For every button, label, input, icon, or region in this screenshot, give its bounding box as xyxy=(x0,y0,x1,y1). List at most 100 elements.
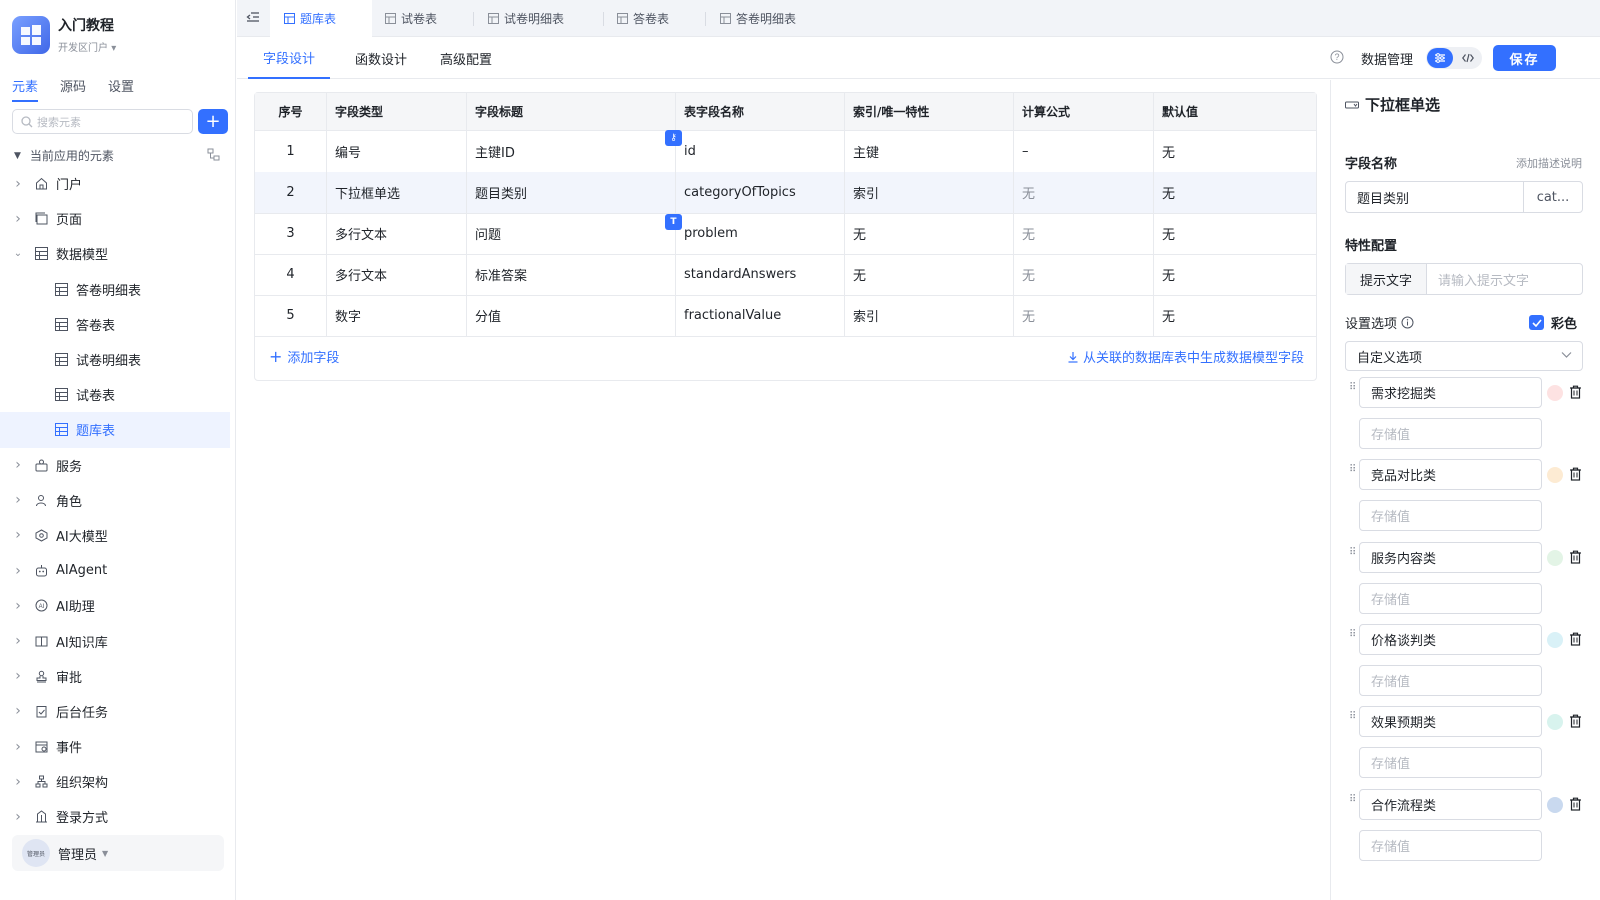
tab-answer-sheet[interactable]: 答卷表 xyxy=(617,0,669,37)
sidebar-item[interactable]: 试卷表 xyxy=(0,377,236,412)
tab-answer-sheet-detail[interactable]: 答卷明细表 xyxy=(720,0,796,37)
search-input[interactable]: 搜索元素 xyxy=(12,109,193,134)
sidebar-item[interactable]: › 门户 xyxy=(0,166,236,201)
chevron-right-icon[interactable]: › xyxy=(12,176,24,192)
trash-icon[interactable] xyxy=(1569,632,1582,650)
option-label-input[interactable]: 需求挖掘类 xyxy=(1359,377,1542,408)
trash-icon[interactable] xyxy=(1569,550,1582,568)
view-mode-toggle[interactable] xyxy=(1426,47,1482,69)
sidebar-item[interactable]: › 页面 xyxy=(0,201,236,236)
tab-exam-paper-detail[interactable]: 试卷明细表 xyxy=(488,0,564,37)
drag-handle-icon[interactable]: ⠿ xyxy=(1349,629,1357,639)
tab-elements[interactable]: 元素 xyxy=(12,76,39,102)
option-color-swatch[interactable] xyxy=(1547,467,1563,484)
table-row[interactable]: 1 编号 主键ID id 主键 – 无 xyxy=(255,131,1316,173)
sidebar-item[interactable]: 试卷明细表 xyxy=(0,342,236,377)
option-label-input[interactable]: 效果预期类 xyxy=(1359,706,1542,738)
switch-view-icon[interactable] xyxy=(207,148,220,164)
option-store-value-input[interactable]: 存储值 xyxy=(1359,582,1542,614)
chevron-right-icon[interactable]: › xyxy=(12,598,24,614)
sidebar-item[interactable]: › 角色 xyxy=(0,483,236,518)
chevron-right-icon[interactable]: › xyxy=(12,527,24,543)
sidebar-item[interactable]: › AIAgent xyxy=(0,553,236,588)
colorful-checkbox[interactable]: 彩色 xyxy=(1529,313,1577,332)
chevron-right-icon[interactable]: › xyxy=(12,457,24,473)
drag-handle-icon[interactable]: ⠿ xyxy=(1349,383,1357,393)
drag-handle-icon[interactable]: ⠿ xyxy=(1349,794,1357,804)
data-manage-label[interactable]: 数据管理 xyxy=(1361,49,1413,68)
add-element-button[interactable]: + xyxy=(198,109,228,134)
table-row[interactable]: 4 多行文本 标准答案 standardAnswers 无无无 xyxy=(255,254,1316,296)
sidebar-item[interactable]: 答卷明细表 xyxy=(0,272,236,307)
tab-source[interactable]: 源码 xyxy=(60,76,86,102)
option-color-swatch[interactable] xyxy=(1547,796,1563,813)
chevron-right-icon[interactable]: › xyxy=(12,668,24,684)
option-color-swatch[interactable] xyxy=(1547,631,1563,648)
tab-settings[interactable]: 设置 xyxy=(108,76,134,102)
chevron-down-icon[interactable]: ⌄ xyxy=(12,248,24,259)
tab-exam-paper[interactable]: 试卷表 xyxy=(385,0,437,37)
chevron-right-icon[interactable]: › xyxy=(12,492,24,508)
sidebar-item[interactable]: › 审批 xyxy=(0,659,236,694)
sidebar-item[interactable]: ⌄ 数据模型 xyxy=(0,236,236,271)
collapse-sidebar-icon[interactable] xyxy=(246,10,260,28)
table-row[interactable]: 5 数字 分值 fractionalValue 索引无无 xyxy=(255,295,1316,337)
chevron-right-icon[interactable]: › xyxy=(12,809,24,825)
hint-text-input[interactable]: 请输入提示文字 xyxy=(1427,264,1582,294)
trash-icon[interactable] xyxy=(1569,467,1582,485)
sidebar-item[interactable]: 答卷表 xyxy=(0,307,236,342)
option-store-value-input[interactable]: 存储值 xyxy=(1359,418,1542,449)
tab-advanced-config[interactable]: 高级配置 xyxy=(440,37,492,79)
trash-icon[interactable] xyxy=(1569,714,1582,732)
user-menu[interactable]: 管理员 管理员 ▼ xyxy=(12,835,224,871)
add-field-button[interactable]: + 添加字段 xyxy=(269,347,339,366)
sidebar-item[interactable]: › 组织架构 xyxy=(0,764,236,799)
table-row[interactable]: 3 多行文本 问题 problem 无无无 xyxy=(255,213,1316,255)
add-description-link[interactable]: 添加描述说明 xyxy=(1516,155,1582,171)
portal-selector[interactable]: 开发区门户 ▾ xyxy=(58,39,116,54)
settings-mode-icon[interactable] xyxy=(1427,48,1453,68)
chevron-right-icon[interactable]: › xyxy=(12,211,24,227)
trash-icon[interactable] xyxy=(1569,797,1582,815)
drag-handle-icon[interactable]: ⠿ xyxy=(1349,712,1357,722)
chevron-right-icon[interactable]: › xyxy=(12,703,24,719)
current-app-elements-header[interactable]: ▼ 当前应用的元素 xyxy=(14,147,220,164)
option-store-value-input[interactable]: 存储值 xyxy=(1359,664,1542,696)
chevron-right-icon[interactable]: › xyxy=(12,633,24,649)
sidebar-item[interactable]: › AI知识库 xyxy=(0,623,236,658)
tab-question-bank[interactable]: 题库表 xyxy=(270,0,372,37)
tab-function-design[interactable]: 函数设计 xyxy=(355,37,407,79)
option-source-select[interactable]: 自定义选项 xyxy=(1345,341,1583,371)
generate-fields-link[interactable]: 从关联的数据库表中生成数据模型字段 xyxy=(1067,347,1304,366)
sidebar-item[interactable]: › 后台任务 xyxy=(0,694,236,729)
option-label-input[interactable]: 价格谈判类 xyxy=(1359,623,1542,655)
chevron-right-icon[interactable]: › xyxy=(12,563,24,579)
option-label-input[interactable]: 服务内容类 xyxy=(1359,541,1542,573)
option-label-input[interactable]: 合作流程类 xyxy=(1359,788,1542,820)
chevron-right-icon[interactable]: › xyxy=(12,774,24,790)
option-color-swatch[interactable] xyxy=(1547,549,1563,566)
chevron-right-icon[interactable]: › xyxy=(12,739,24,755)
sidebar-item[interactable]: › AI大模型 xyxy=(0,518,236,553)
option-color-swatch[interactable] xyxy=(1547,385,1563,401)
help-icon[interactable]: ? xyxy=(1330,50,1344,68)
table-row[interactable]: 2 下拉框单选 题目类别 categoryOfTopics 索引无无 xyxy=(255,172,1316,214)
option-label-input[interactable]: 竞品对比类 xyxy=(1359,459,1542,491)
trash-icon[interactable] xyxy=(1569,385,1582,403)
field-key-input[interactable]: cat... xyxy=(1524,182,1582,212)
option-store-value-input[interactable]: 存储值 xyxy=(1359,747,1542,779)
option-store-value-input[interactable]: 存储值 xyxy=(1359,829,1542,861)
save-button[interactable]: 保存 xyxy=(1493,45,1556,71)
option-store-value-input[interactable]: 存储值 xyxy=(1359,500,1542,532)
sidebar-item[interactable]: › 登录方式 xyxy=(0,799,236,834)
tab-field-design[interactable]: 字段设计 xyxy=(248,37,331,79)
sidebar-item[interactable]: › 服务 xyxy=(0,448,236,483)
code-mode-icon[interactable] xyxy=(1455,48,1481,68)
field-title-input[interactable]: 题目类别 xyxy=(1346,182,1524,212)
info-icon[interactable] xyxy=(1401,316,1414,329)
drag-handle-icon[interactable]: ⠿ xyxy=(1349,547,1357,557)
sidebar-item[interactable]: › AI AI助理 xyxy=(0,588,236,623)
drag-handle-icon[interactable]: ⠿ xyxy=(1349,465,1357,475)
sidebar-item[interactable]: 题库表 xyxy=(0,412,230,448)
option-color-swatch[interactable] xyxy=(1547,714,1563,731)
